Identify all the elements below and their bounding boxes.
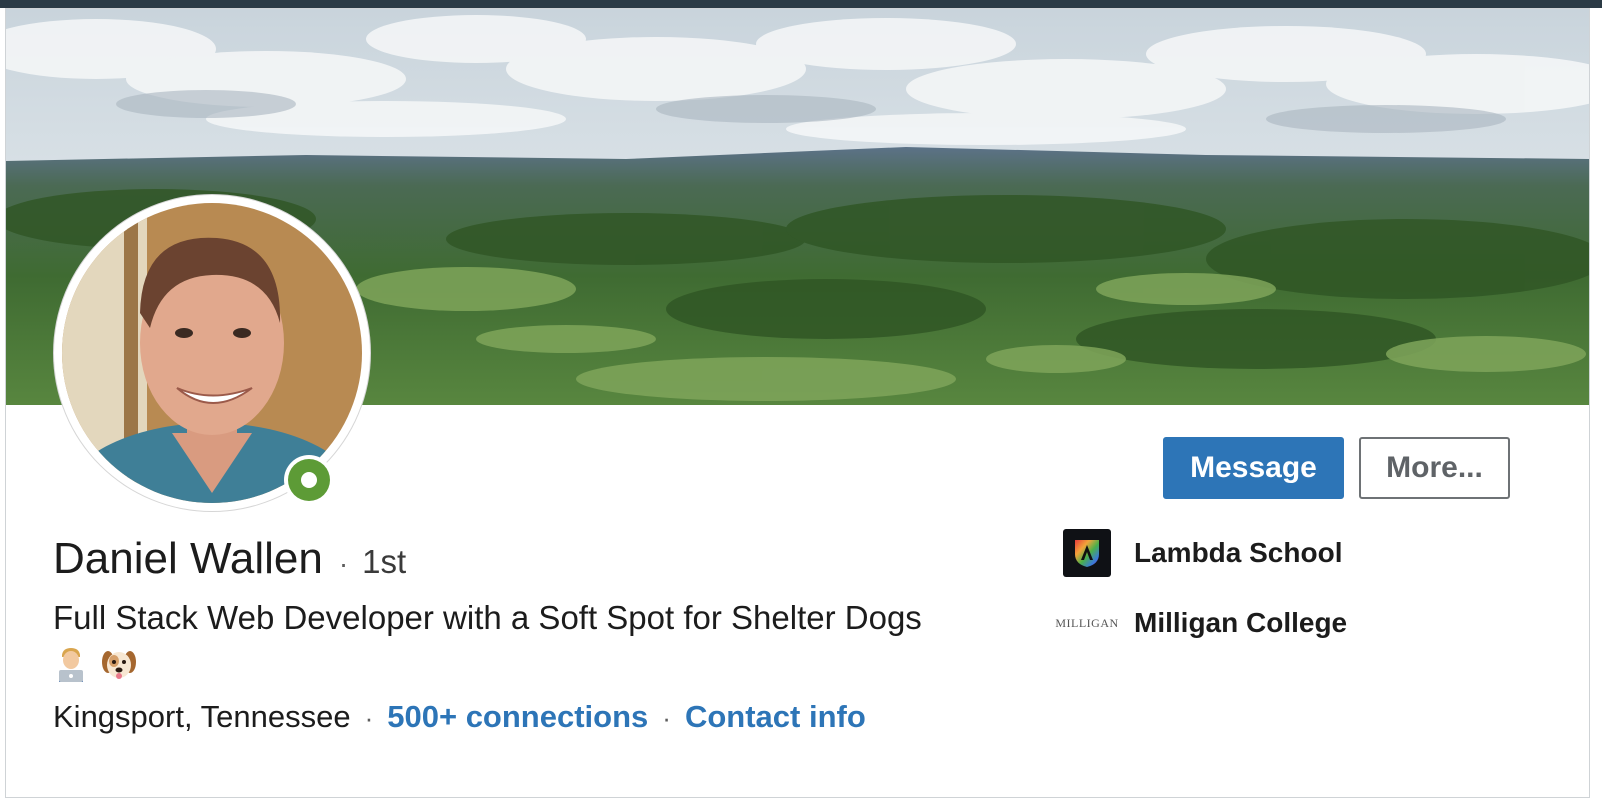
- organization-name: Lambda School: [1134, 537, 1343, 568]
- organization-milligan-college[interactable]: MILLIGAN Milligan College: [1055, 599, 1348, 647]
- organization-name: Milligan College: [1134, 607, 1348, 638]
- dog-face-emoji-icon: [101, 646, 137, 687]
- profile-name: Daniel Wallen: [53, 534, 323, 583]
- more-button[interactable]: More...: [1359, 437, 1510, 499]
- meta-separator: ·: [662, 703, 671, 733]
- profile-location: Kingsport, Tennessee: [53, 699, 351, 734]
- profile-meta-row: Kingsport, Tennessee · 500+ connections …: [53, 699, 866, 735]
- milligan-college-logo-icon: MILLIGAN: [1055, 615, 1119, 630]
- online-status-indicator: [284, 455, 334, 505]
- organization-lambda-school[interactable]: Lambda School: [1063, 529, 1342, 577]
- profile-name-row: Daniel Wallen · 1st: [53, 534, 406, 584]
- window-top-bar: [0, 0, 1602, 8]
- connection-degree: 1st: [362, 543, 407, 580]
- technologist-emoji-icon: [53, 646, 89, 687]
- meta-separator: ·: [364, 703, 374, 733]
- contact-info-link[interactable]: Contact info: [685, 699, 866, 735]
- lambda-school-logo-icon: [1063, 529, 1111, 577]
- profile-headline: Full Stack Web Developer with a Soft Spo…: [53, 599, 922, 636]
- headline-emojis: [53, 645, 137, 687]
- connections-link[interactable]: 500+ connections: [387, 699, 648, 735]
- message-button[interactable]: Message: [1163, 437, 1344, 499]
- degree-separator: ·: [338, 548, 349, 579]
- profile-card: Message More... Daniel Wallen · 1st Full…: [5, 8, 1590, 798]
